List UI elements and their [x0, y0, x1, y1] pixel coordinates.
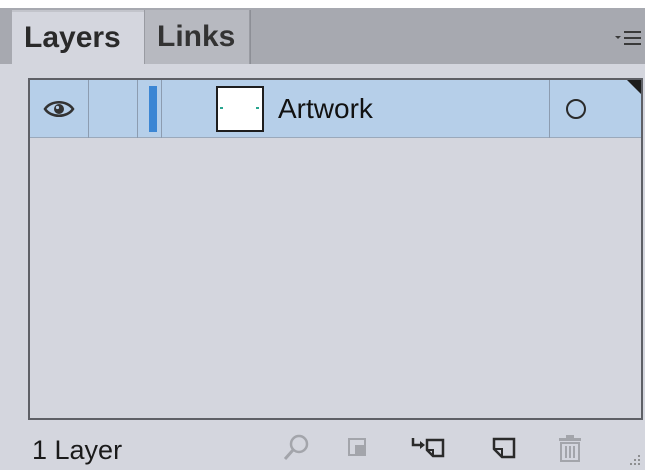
resize-grip[interactable]: [627, 452, 641, 466]
layer-row[interactable]: Artwork: [30, 80, 641, 138]
panel-menu-icon: [615, 31, 641, 45]
column-divider: [549, 80, 550, 138]
make-clipping-mask-icon: [348, 438, 366, 456]
create-new-layer-button[interactable]: [486, 430, 522, 466]
locate-object-icon: [283, 434, 309, 460]
tab-links[interactable]: Links: [144, 10, 250, 64]
create-new-layer-icon: [492, 437, 516, 459]
tab-links-label: Links: [157, 20, 236, 53]
layer-color-indicator: [149, 86, 157, 132]
lock-toggle[interactable]: [89, 80, 137, 138]
create-sublayer-icon: [411, 438, 445, 458]
eye-icon: [43, 101, 75, 117]
selected-art-indicator: [627, 80, 641, 94]
artboard-mark: [256, 107, 259, 109]
tab-layers[interactable]: Layers: [12, 10, 144, 64]
visibility-toggle[interactable]: [30, 80, 88, 138]
make-clipping-mask-button[interactable]: [340, 430, 376, 466]
layer-thumbnail[interactable]: [216, 86, 264, 132]
layer-count-label: 1 Layer: [32, 434, 123, 465]
resize-grip-icon: [630, 455, 640, 465]
tab-bar-top-edge: [0, 0, 645, 8]
panel-footer: 1 Layer: [0, 422, 645, 470]
delete-layer-button[interactable]: [552, 430, 588, 466]
create-sublayer-button[interactable]: [408, 430, 450, 466]
locate-object-button[interactable]: [278, 430, 314, 466]
artboard-mark: [220, 107, 223, 109]
tab-bar-empty-area: [250, 10, 645, 64]
tab-layers-label: Layers: [24, 21, 121, 54]
column-divider: [137, 80, 138, 138]
panel-tab-bar: Layers Links: [0, 0, 645, 64]
layers-panel: Layers Links Artwork 1 Layer: [0, 0, 645, 470]
layer-name[interactable]: Artwork: [278, 80, 373, 138]
panel-menu-button[interactable]: [615, 28, 641, 48]
delete-layer-icon: [559, 435, 581, 462]
column-divider: [161, 80, 162, 138]
target-circle-icon[interactable]: [566, 99, 586, 119]
layer-list[interactable]: Artwork: [28, 78, 643, 420]
